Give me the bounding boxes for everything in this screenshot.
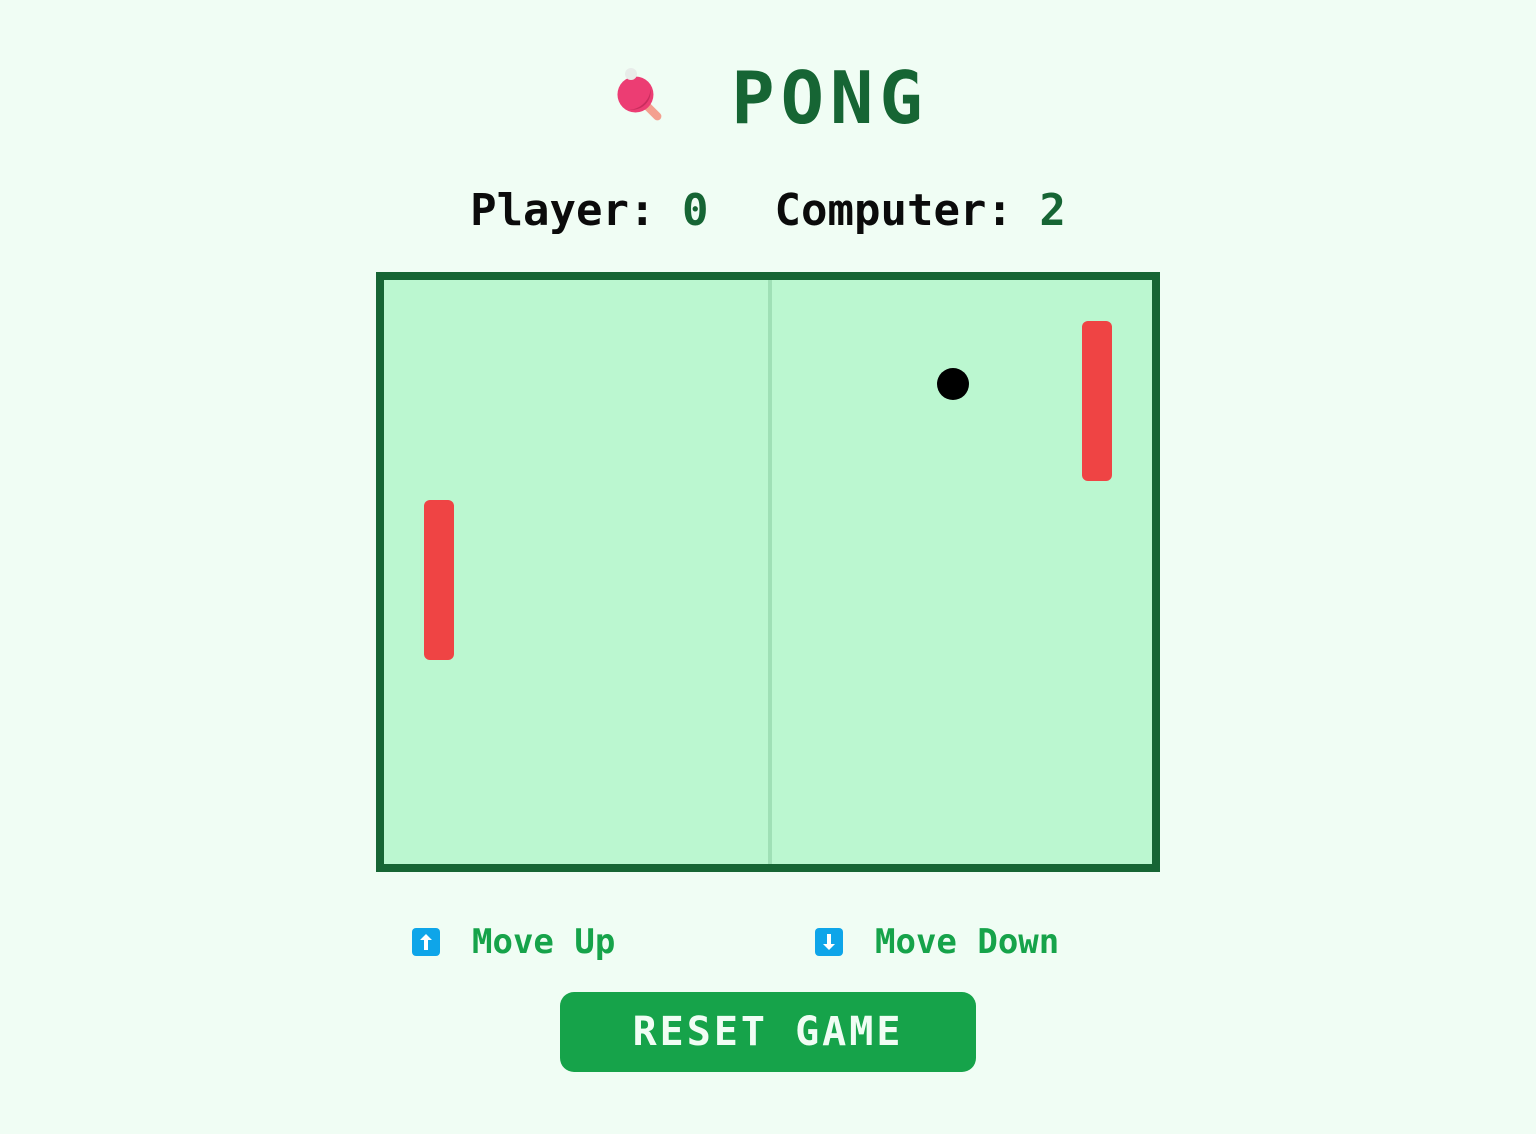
move-up-control[interactable]: Move Up — [412, 918, 615, 966]
computer-score-label: Computer: — [774, 184, 1040, 236]
move-down-label: Move Down — [875, 922, 1060, 962]
computer-paddle — [1082, 321, 1112, 481]
player-paddle — [424, 500, 454, 660]
computer-score-value: 2 — [1039, 184, 1066, 236]
move-down-control[interactable]: Move Down — [815, 918, 1059, 966]
ping-pong-paddle-icon — [617, 68, 662, 121]
game-title: PONG — [731, 56, 929, 140]
reset-game-button[interactable]: RESET GAME — [560, 992, 976, 1072]
game-board[interactable] — [376, 272, 1160, 872]
player-score-value: 0 — [682, 184, 709, 236]
ball — [937, 368, 969, 400]
scoreboard: Player: 0 Computer: 2 — [0, 182, 1536, 238]
game-header: PONG — [0, 56, 1536, 140]
center-line — [768, 280, 772, 864]
move-up-label: Move Up — [472, 922, 616, 962]
player-score-label: Player: — [470, 184, 682, 236]
up-arrow-key-icon — [412, 928, 440, 956]
down-arrow-key-icon — [815, 928, 843, 956]
